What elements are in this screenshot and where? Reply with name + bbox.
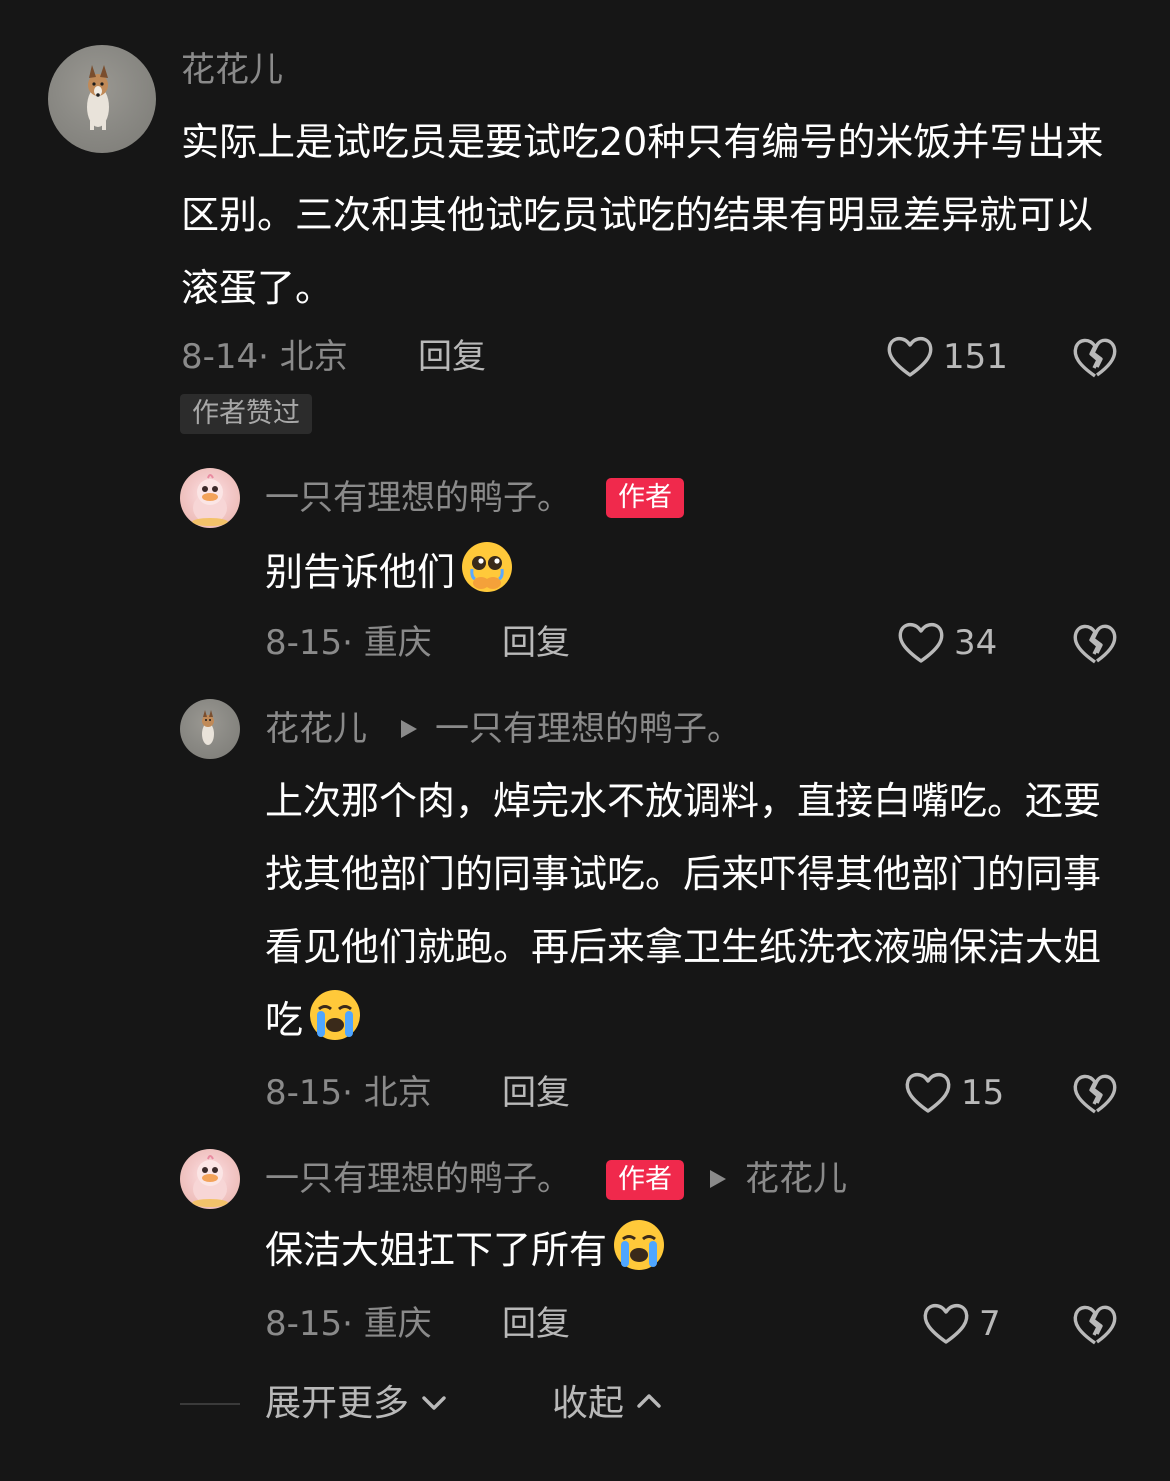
dislike-button[interactable] (1070, 1068, 1120, 1118)
dog-icon (202, 710, 214, 745)
comment-date-location: 8-14· 北京 (181, 337, 348, 377)
reply-author[interactable]: 一只有理想的鸭子。 (265, 1158, 571, 1200)
reply-text: 别告诉他们 (265, 536, 515, 609)
author-badge: 作者 (606, 1160, 684, 1200)
collapse-button[interactable]: 收起 (552, 1382, 663, 1426)
like-count: 34 (954, 623, 998, 663)
loudly-crying-emoji-icon (310, 990, 361, 1040)
heart-icon (905, 1072, 951, 1113)
collapse-label: 收起 (552, 1383, 625, 1424)
loudly-crying-emoji-icon (614, 1220, 665, 1270)
like-button[interactable] (920, 1297, 972, 1349)
reply-author[interactable]: 一只有理想的鸭子。 (265, 477, 571, 519)
reply-date-location: 8-15· 重庆 (265, 1304, 432, 1344)
expand-more-label: 展开更多 (265, 1383, 410, 1424)
reply-author[interactable]: 花花儿 (265, 708, 367, 750)
reply-button[interactable]: 回复 (502, 1303, 570, 1345)
reply-text-content: 保洁大姐扛下了所有 (265, 1228, 608, 1272)
broken-heart-icon (1073, 624, 1117, 664)
reply-arrow-icon (707, 1167, 729, 1191)
like-button[interactable] (902, 1066, 954, 1118)
dog-icon (87, 65, 109, 130)
reply-to-name[interactable]: 一只有理想的鸭子。 (435, 708, 741, 750)
reply-arrow-icon (398, 717, 420, 741)
reply-date-location: 8-15· 重庆 (265, 623, 432, 663)
like-count: 151 (943, 337, 1008, 377)
reply-text-content: 别告诉他们 (265, 550, 456, 594)
reply-button[interactable]: 回复 (502, 622, 570, 664)
reply-avatar[interactable] (180, 468, 240, 528)
heart-icon (887, 336, 933, 377)
like-button[interactable] (895, 616, 947, 668)
comment-author[interactable]: 花花儿 (181, 49, 283, 91)
duck-icon (192, 474, 228, 526)
comment-text: 实际上是试吃员是要试吃20种只有编号的米饭并写出来区别。三次和其他试吃员试吃的结… (181, 106, 1121, 325)
author-badge: 作者 (606, 478, 684, 518)
dislike-button[interactable] (1070, 1299, 1120, 1349)
like-count: 7 (979, 1304, 1001, 1344)
broken-heart-icon (1073, 338, 1117, 378)
comment-text-content: 实际上是试吃员是要试吃20种只有编号的米饭并写出来区别。三次和其他试吃员试吃的结… (181, 120, 1104, 310)
reply-text-content: 上次那个肉，焯完水不放调料，直接白嘴吃。还要找其他部门的同事试吃。后来吓得其他部… (265, 779, 1102, 1042)
reply-button[interactable]: 回复 (502, 1072, 570, 1114)
reply-date-location: 8-15· 北京 (265, 1073, 432, 1113)
reply-text: 上次那个肉，焯完水不放调料，直接白嘴吃。还要找其他部门的同事试吃。后来吓得其他部… (265, 765, 1125, 1057)
chevron-down-icon (422, 1396, 447, 1410)
reply-to-name[interactable]: 花花儿 (745, 1158, 847, 1200)
broken-heart-icon (1073, 1305, 1117, 1345)
divider (180, 1403, 240, 1405)
reply-button[interactable]: 回复 (418, 336, 486, 378)
duck-icon (192, 1155, 228, 1207)
commenter-avatar[interactable] (48, 45, 156, 153)
expand-more-button[interactable]: 展开更多 (265, 1382, 448, 1426)
dislike-button[interactable] (1070, 618, 1120, 668)
chevron-up-icon (637, 1394, 662, 1408)
reply-avatar[interactable] (180, 1149, 240, 1209)
heart-icon (923, 1303, 969, 1344)
reply-avatar[interactable] (180, 699, 240, 759)
like-button[interactable] (884, 330, 936, 382)
pleading-crying-emoji-icon (462, 542, 513, 592)
heart-icon (898, 622, 944, 663)
author-liked-badge: 作者赞过 (180, 394, 312, 434)
like-count: 15 (961, 1073, 1005, 1113)
broken-heart-icon (1073, 1074, 1117, 1114)
dislike-button[interactable] (1070, 332, 1120, 382)
comment-thread: 花花儿 实际上是试吃员是要试吃20种只有编号的米饭并写出来区别。三次和其他试吃员… (0, 0, 1170, 1481)
reply-text: 保洁大姐扛下了所有 (265, 1214, 667, 1287)
